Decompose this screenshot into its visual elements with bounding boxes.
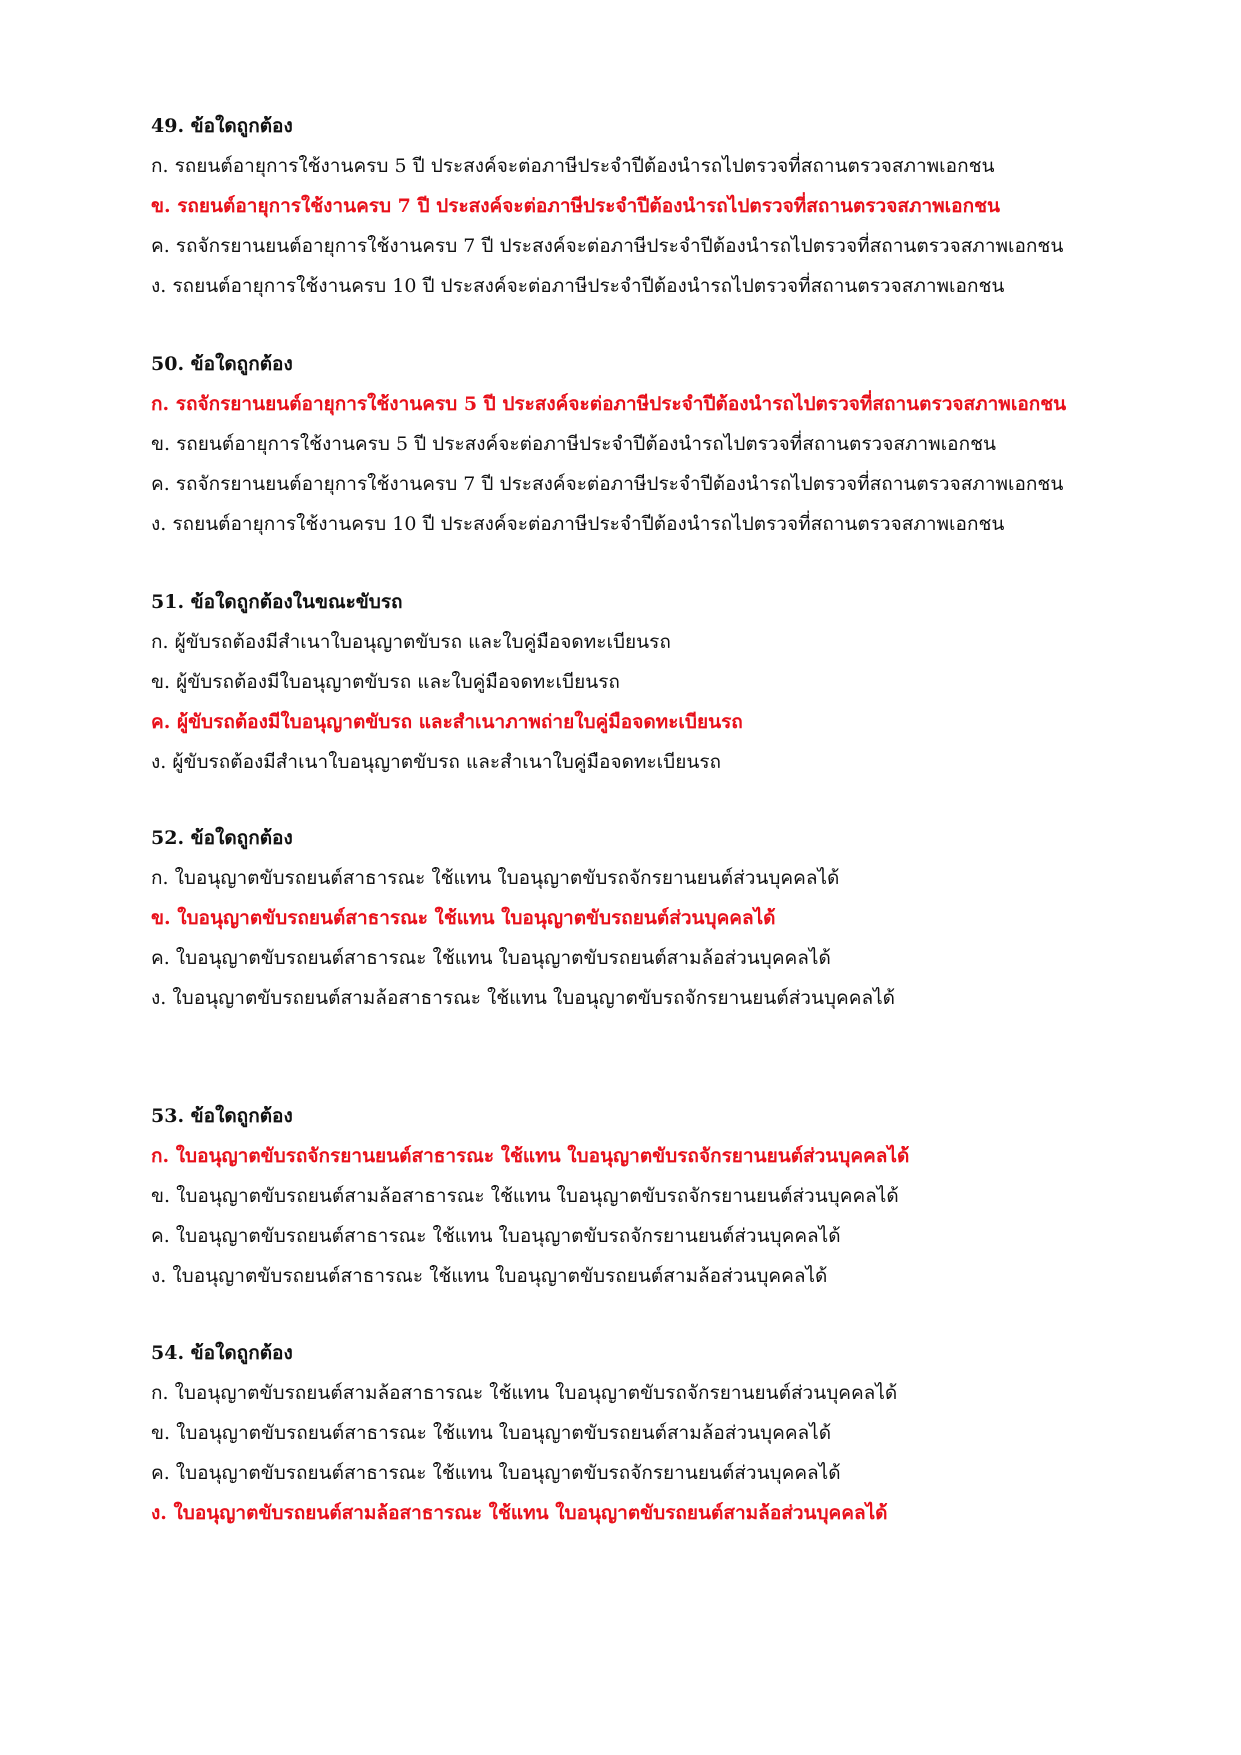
option-a: ก. ใบอนุญาตขับรถจักรยานยนต์สาธารณะ ใช้แท… [151,1145,910,1167]
question-title: 50. ข้อใดถูกต้อง [151,353,293,375]
question-54: 54. ข้อใดถูกต้อง ก. ใบอนุญาตขับรถยนต์สาม… [151,1333,1151,1533]
document-page: 49. ข้อใดถูกต้อง ก. รถยนต์อายุการใช้งานค… [0,0,1241,1755]
option-b: ข. ใบอนุญาตขับรถยนต์สาธารณะ ใช้แทน ใบอนุ… [151,1422,832,1444]
question-title: 54. ข้อใดถูกต้อง [151,1342,293,1364]
question-title: 53. ข้อใดถูกต้อง [151,1105,293,1127]
option-d: ง. ใบอนุญาตขับรถยนต์สามล้อสาธารณะ ใช้แทน… [151,987,895,1009]
question-52: 52. ข้อใดถูกต้อง ก. ใบอนุญาตขับรถยนต์สาธ… [151,818,1151,1018]
option-d: ง. รถยนต์อายุการใช้งานครบ 10 ปี ประสงค์จ… [151,275,1005,297]
question-51: 51. ข้อใดถูกต้องในขณะขับรถ ก. ผู้ขับรถต้… [151,582,1151,782]
option-c: ค. ผู้ขับรถต้องมีใบอนุญาตขับรถ และสำเนาภ… [151,711,743,733]
option-d: ง. ใบอนุญาตขับรถยนต์สามล้อสาธารณะ ใช้แทน… [151,1502,888,1524]
option-a: ก. ผู้ขับรถต้องมีสำเนาใบอนุญาตขับรถ และใ… [151,631,671,653]
option-b: ข. ผู้ขับรถต้องมีใบอนุญาตขับรถ และใบคู่ม… [151,671,620,693]
question-49: 49. ข้อใดถูกต้อง ก. รถยนต์อายุการใช้งานค… [151,106,1151,306]
option-c: ค. รถจักรยานยนต์อายุการใช้งานครบ 7 ปี ปร… [151,473,1064,495]
option-a: ก. รถจักรยานยนต์อายุการใช้งานครบ 5 ปี ปร… [151,393,1067,415]
option-b: ข. ใบอนุญาตขับรถยนต์สามล้อสาธารณะ ใช้แทน… [151,1185,899,1207]
option-d: ง. ใบอนุญาตขับรถยนต์สาธารณะ ใช้แทน ใบอนุ… [151,1265,828,1287]
option-c: ค. รถจักรยานยนต์อายุการใช้งานครบ 7 ปี ปร… [151,235,1064,257]
option-c: ค. ใบอนุญาตขับรถยนต์สาธารณะ ใช้แทน ใบอนุ… [151,1225,841,1247]
option-d: ง. รถยนต์อายุการใช้งานครบ 10 ปี ประสงค์จ… [151,513,1005,535]
question-title: 52. ข้อใดถูกต้อง [151,827,293,849]
option-c: ค. ใบอนุญาตขับรถยนต์สาธารณะ ใช้แทน ใบอนุ… [151,1462,841,1484]
option-c: ค. ใบอนุญาตขับรถยนต์สาธารณะ ใช้แทน ใบอนุ… [151,947,831,969]
option-a: ก. ใบอนุญาตขับรถยนต์สาธารณะ ใช้แทน ใบอนุ… [151,867,840,889]
question-50: 50. ข้อใดถูกต้อง ก. รถจักรยานยนต์อายุการ… [151,344,1151,544]
question-title: 51. ข้อใดถูกต้องในขณะขับรถ [151,591,403,613]
question-title: 49. ข้อใดถูกต้อง [151,115,293,137]
option-b: ข. ใบอนุญาตขับรถยนต์สาธารณะ ใช้แทน ใบอนุ… [151,907,776,929]
option-d: ง. ผู้ขับรถต้องมีสำเนาใบอนุญาตขับรถ และส… [151,751,722,773]
option-b: ข. รถยนต์อายุการใช้งานครบ 7 ปี ประสงค์จะ… [151,195,1000,217]
option-b: ข. รถยนต์อายุการใช้งานครบ 5 ปี ประสงค์จะ… [151,433,996,455]
question-53: 53. ข้อใดถูกต้อง ก. ใบอนุญาตขับรถจักรยาน… [151,1096,1151,1296]
option-a: ก. รถยนต์อายุการใช้งานครบ 5 ปี ประสงค์จะ… [151,155,995,177]
option-a: ก. ใบอนุญาตขับรถยนต์สามล้อสาธารณะ ใช้แทน… [151,1382,898,1404]
